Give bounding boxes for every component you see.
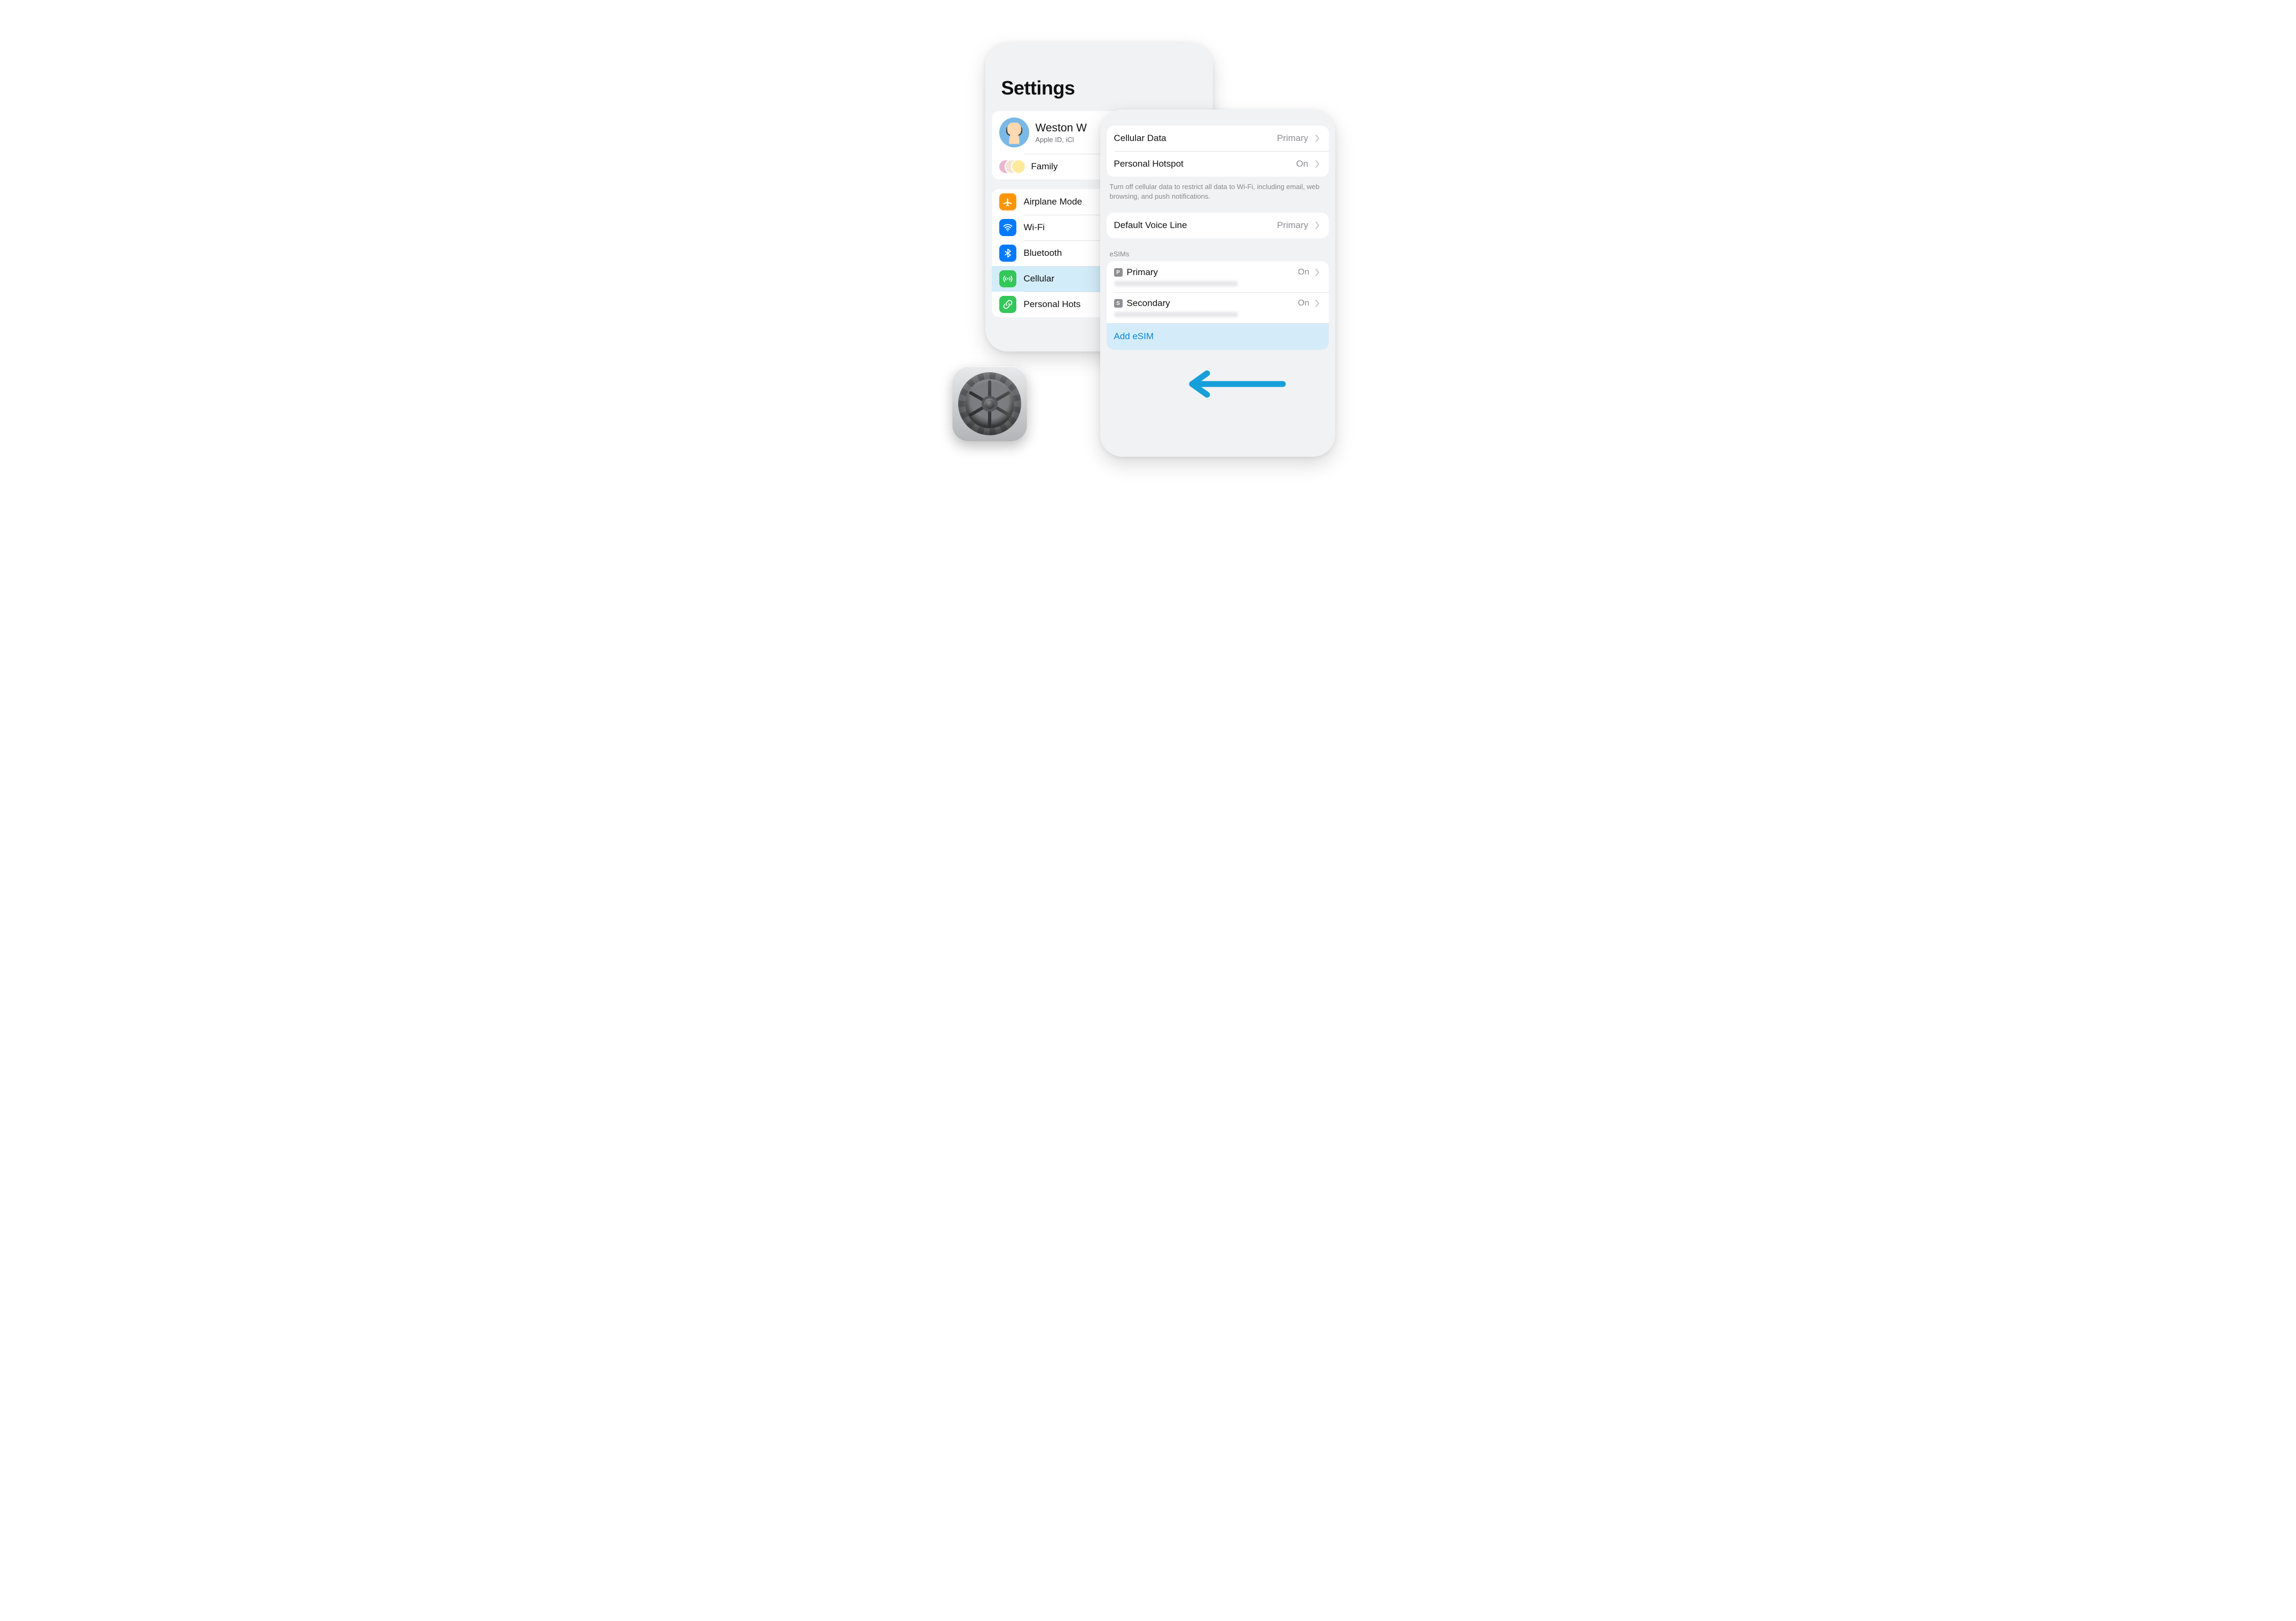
esims-group: P Primary On S Secondary On bbox=[1107, 261, 1329, 350]
row-value: Primary bbox=[1277, 133, 1308, 144]
sidebar-item-label: Personal Hots bbox=[1024, 299, 1081, 310]
chevron-right-icon bbox=[1314, 222, 1321, 229]
esim-name: Secondary bbox=[1127, 298, 1294, 309]
redacted-phone-number bbox=[1114, 312, 1239, 317]
family-icon bbox=[998, 159, 1024, 175]
esim-tag-icon: P bbox=[1114, 268, 1123, 277]
sidebar-item-label: Bluetooth bbox=[1024, 248, 1062, 259]
family-label: Family bbox=[1031, 161, 1058, 172]
personal-hotspot-row[interactable]: Personal Hotspot On bbox=[1107, 151, 1329, 177]
wifi-icon bbox=[999, 219, 1016, 236]
page-title: Settings bbox=[985, 43, 1213, 111]
sidebar-item-label: Wi-Fi bbox=[1024, 222, 1045, 233]
bluetooth-icon bbox=[999, 245, 1016, 262]
cellular-data-row[interactable]: Cellular Data Primary bbox=[1107, 126, 1329, 151]
row-label: Default Voice Line bbox=[1114, 220, 1272, 231]
chevron-right-icon bbox=[1314, 300, 1321, 307]
cellular-data-group: Cellular Data Primary Personal Hotspot O… bbox=[1107, 126, 1329, 177]
esim-state: On bbox=[1298, 268, 1309, 277]
sidebar-item-label: Cellular bbox=[1024, 273, 1055, 284]
link-icon bbox=[999, 296, 1016, 313]
row-value: Primary bbox=[1277, 220, 1308, 231]
esim-tag-icon: S bbox=[1114, 299, 1123, 308]
row-label: Cellular Data bbox=[1114, 133, 1272, 144]
default-voice-line-row[interactable]: Default Voice Line Primary bbox=[1107, 213, 1329, 238]
esim-secondary-row[interactable]: S Secondary On bbox=[1107, 292, 1329, 323]
add-esim-label: Add eSIM bbox=[1114, 331, 1154, 342]
airplane-icon bbox=[999, 193, 1016, 210]
add-esim-row[interactable]: Add eSIM bbox=[1107, 323, 1329, 350]
row-label: Personal Hotspot bbox=[1114, 159, 1291, 169]
esim-primary-row[interactable]: P Primary On bbox=[1107, 261, 1329, 292]
cellular-data-footer: Turn off cellular data to restrict all d… bbox=[1107, 177, 1329, 201]
row-value: On bbox=[1296, 159, 1308, 169]
chevron-right-icon bbox=[1314, 135, 1321, 142]
cellular-screen: Cellular Data Primary Personal Hotspot O… bbox=[1100, 109, 1335, 457]
esim-state: On bbox=[1298, 299, 1309, 308]
account-name: Weston W bbox=[1036, 122, 1087, 135]
sidebar-item-label: Airplane Mode bbox=[1024, 197, 1083, 207]
settings-app-icon bbox=[952, 366, 1027, 441]
esim-name: Primary bbox=[1127, 267, 1294, 278]
chevron-right-icon bbox=[1314, 160, 1321, 168]
antenna-icon bbox=[999, 270, 1016, 287]
voice-line-group: Default Voice Line Primary bbox=[1107, 213, 1329, 238]
chevron-right-icon bbox=[1314, 269, 1321, 276]
redacted-phone-number bbox=[1114, 281, 1239, 286]
esims-header: eSIMs bbox=[1107, 250, 1329, 261]
avatar bbox=[999, 118, 1029, 147]
account-subtitle: Apple ID, iCl bbox=[1036, 136, 1087, 144]
